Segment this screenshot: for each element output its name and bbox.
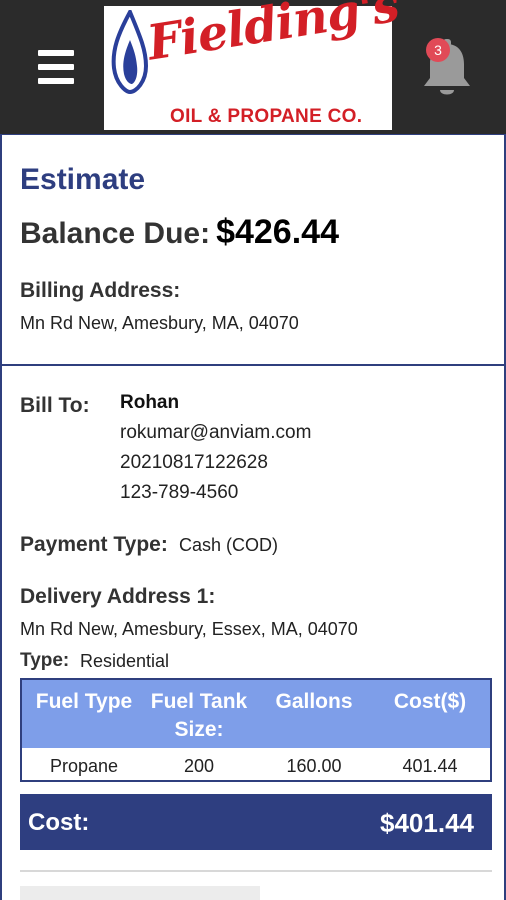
page-title: Estimate <box>20 163 146 196</box>
cell-tank-size: 200 <box>183 756 215 776</box>
header-line: Fuel Tank <box>150 690 248 713</box>
divider <box>20 870 492 872</box>
bill-to-phone: 123-789-4560 <box>120 482 239 503</box>
column-header-fuel-type: Fuel Type <box>35 690 133 713</box>
balance-due: Balance Due: $426.44 <box>20 213 339 252</box>
notification-badge: 3 <box>426 38 450 62</box>
cost-value: $401.44 <box>380 808 474 838</box>
cell-fuel-type: Propane <box>49 756 119 776</box>
logo-wordmark: Fielding's <box>143 0 403 72</box>
app-header: Fielding's OIL & PROPANE CO. 3 <box>0 0 506 134</box>
cell-cost: 401.44 <box>402 756 458 776</box>
details-card: Bill To: Rohan rokumar@anviam.com 202108… <box>0 366 506 900</box>
table-row: Propane 200 160.00 401.44 <box>22 750 490 780</box>
logo-tagline: OIL & PROPANE CO. <box>170 106 363 127</box>
payment-type-label: Payment Type: <box>20 533 168 556</box>
table-header-row: Fuel Type Fuel Tank Size: Gallons Cost($… <box>22 680 490 748</box>
header-line: Size: <box>174 718 224 741</box>
cost-summary-bar: Cost: $401.44 <box>20 794 492 850</box>
bill-to-name: Rohan <box>120 392 180 413</box>
delivery-type-value: Residential <box>80 651 170 671</box>
billing-address-value: Mn Rd New, Amesbury, MA, 04070 <box>20 313 299 333</box>
column-header-tank-size: Fuel Tank Size: <box>140 688 258 744</box>
menu-line <box>38 50 74 56</box>
menu-line <box>38 78 74 84</box>
billing-address-label: Billing Address: <box>20 279 181 302</box>
delivery-address-value: Mn Rd New, Amesbury, Essex, MA, 04070 <box>20 619 358 639</box>
faded-placeholder <box>20 886 260 900</box>
balance-label: Balance Due: <box>20 217 211 250</box>
cell-gallons: 160.00 <box>286 756 342 776</box>
bill-to-id: 20210817122628 <box>120 452 268 473</box>
notifications-button[interactable]: 3 <box>422 36 472 100</box>
payment-type-value: Cash (COD) <box>179 535 279 555</box>
delivery-type-label: Type: <box>20 650 70 671</box>
fuel-table: Fuel Type Fuel Tank Size: Gallons Cost($… <box>20 678 492 782</box>
bill-to-label: Bill To: <box>20 394 90 417</box>
estimate-card: Estimate Balance Due: $426.44 Billing Add… <box>0 134 506 366</box>
column-header-gallons: Gallons <box>275 690 353 713</box>
hamburger-menu-icon[interactable] <box>38 50 74 84</box>
delivery-address-label: Delivery Address 1: <box>20 585 216 608</box>
column-header-cost: Cost($) <box>393 690 467 713</box>
balance-amount: $426.44 <box>216 213 339 251</box>
cost-label: Cost: <box>28 809 90 836</box>
menu-line <box>38 64 74 70</box>
bill-to-email: rokumar@anviam.com <box>120 422 312 443</box>
company-logo: Fielding's OIL & PROPANE CO. <box>104 0 402 130</box>
